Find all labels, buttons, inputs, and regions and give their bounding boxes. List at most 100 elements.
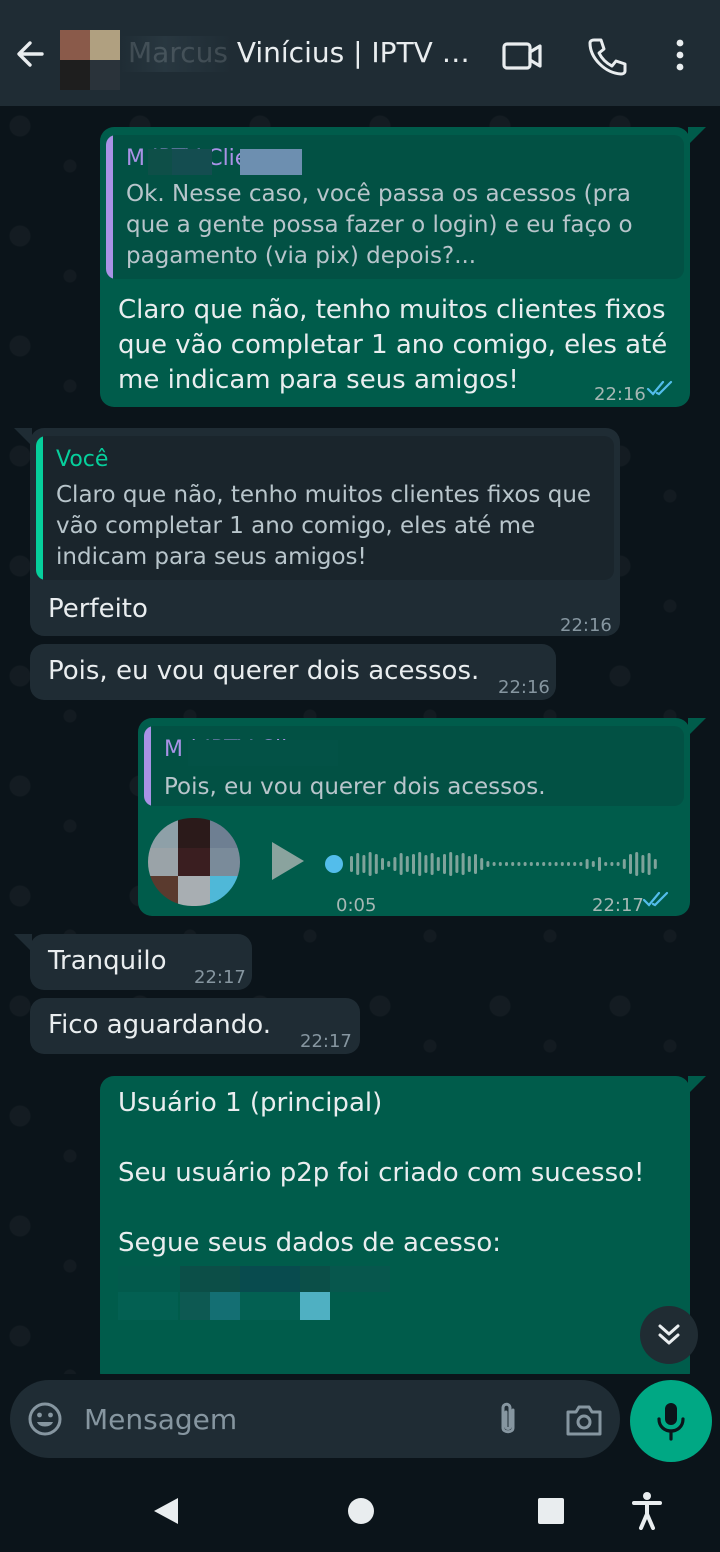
read-receipt-icon: [646, 380, 673, 396]
message-time: 22:17: [592, 895, 644, 916]
redacted-pixels: [210, 1292, 240, 1320]
quote-bar: [106, 135, 113, 279]
waveform-bar: [492, 862, 496, 866]
waveform-bar: [362, 855, 366, 873]
redacted-pixels: [200, 1266, 240, 1292]
message-text-line: Segue seus dados de acesso:: [118, 1228, 501, 1258]
redacted-pixels: [240, 1266, 300, 1292]
scroll-to-bottom-button[interactable]: [640, 1306, 698, 1364]
waveform-bar: [560, 862, 564, 866]
redacted-pixels: [300, 1292, 330, 1320]
quote-text: Pois, eu vou querer dois acessos.: [164, 774, 546, 800]
quoted-message[interactable]: M | IPTV Cliente Pois, eu vou querer doi…: [144, 726, 684, 806]
chat-header: Marcus Vinícius | IPTV Cliente: [0, 0, 720, 106]
waveform-bar: [573, 862, 577, 866]
waveform-bar: [653, 859, 657, 869]
contact-avatar[interactable]: [60, 30, 120, 90]
audio-progress-handle[interactable]: [325, 855, 343, 873]
message-time: 22:17: [300, 1031, 352, 1052]
waveform-bar: [591, 861, 595, 867]
quoted-message[interactable]: Você Claro que não, tenho muitos cliente…: [36, 436, 614, 580]
waveform-bar: [641, 855, 645, 873]
name-blur-overlay: [120, 36, 232, 72]
waveform-bar: [622, 859, 626, 869]
redacted-pixels: [172, 149, 212, 175]
message-bubble-outgoing[interactable]: M IPTV Cliente Ok. Nesse caso, você pass…: [100, 127, 706, 407]
message-text-line: Usuário 1 (principal): [118, 1088, 383, 1118]
voice-message-bubble[interactable]: M | IPTV Cliente Pois, eu vou querer doi…: [138, 718, 706, 916]
redacted-pixels: [118, 1292, 178, 1320]
bubble-tail: [688, 1076, 706, 1094]
attach-paperclip-icon[interactable]: [490, 1400, 526, 1440]
audio-waveform[interactable]: [324, 844, 668, 884]
bubble-tail: [688, 127, 706, 145]
nav-back-icon[interactable]: [150, 1494, 184, 1528]
waveform-bar: [356, 853, 360, 875]
waveform-bar: [461, 853, 465, 875]
waveform-bar: [424, 855, 428, 873]
video-call-icon[interactable]: [500, 34, 544, 78]
waveform-bar: [616, 862, 620, 866]
waveform-bar: [505, 862, 508, 866]
quoted-message[interactable]: M IPTV Cliente Ok. Nesse caso, você pass…: [106, 135, 684, 279]
message-text: Tranquilo: [48, 946, 167, 976]
microphone-icon: [657, 1403, 685, 1441]
waveform-bar: [498, 862, 502, 866]
voice-sender-avatar: [148, 818, 240, 906]
waveform-bar: [517, 862, 521, 866]
accessibility-icon[interactable]: [630, 1490, 664, 1530]
waveform-bar: [554, 862, 558, 866]
waveform-bar: [480, 858, 484, 870]
nav-home-icon[interactable]: [344, 1494, 378, 1528]
double-chevron-down-icon: [658, 1324, 680, 1345]
waveform-bar: [511, 862, 515, 866]
waveform-bar: [443, 854, 446, 874]
message-bubble-incoming[interactable]: Fico aguardando. 22:17: [30, 998, 360, 1054]
nav-recents-icon[interactable]: [534, 1494, 568, 1528]
system-navigation-bar: [0, 1470, 720, 1552]
quote-bar: [144, 726, 151, 806]
audio-duration: 0:05: [336, 895, 377, 916]
phone-call-icon[interactable]: [585, 34, 629, 78]
waveform-bar: [486, 861, 490, 867]
waveform-bar: [523, 862, 527, 866]
play-icon[interactable]: [268, 838, 308, 884]
waveform-bar: [467, 856, 471, 872]
message-bubble-incoming[interactable]: Você Claro que não, tenho muitos cliente…: [14, 428, 620, 636]
message-text-line: Seu usuário p2p foi criado com sucesso!: [118, 1158, 645, 1188]
back-arrow-icon[interactable]: [12, 34, 52, 74]
waveform-bar: [393, 857, 397, 871]
message-time: 22:17: [194, 967, 246, 988]
waveform-bar: [536, 862, 539, 866]
waveform-bar: [474, 854, 477, 874]
waveform-bar: [374, 854, 378, 874]
waveform-bar: [529, 862, 533, 866]
waveform-bar: [436, 857, 440, 871]
waveform-bar: [647, 853, 651, 875]
camera-icon[interactable]: [564, 1402, 604, 1438]
waveform-bar: [381, 858, 384, 870]
message-bubble-incoming[interactable]: Tranquilo 22:17: [14, 934, 252, 990]
waveform-bar: [635, 852, 639, 876]
redacted-pixels: [240, 1292, 300, 1320]
more-options-icon[interactable]: [660, 34, 704, 78]
message-time: 22:16: [498, 677, 550, 698]
quote-sender-name: Você: [56, 447, 109, 472]
waveform-bar: [542, 862, 546, 866]
waveform-bar: [412, 854, 415, 874]
voice-record-button[interactable]: [630, 1380, 712, 1462]
waveform-bar: [399, 853, 403, 875]
waveform-bar: [405, 856, 409, 872]
chat-area[interactable]: M IPTV Cliente Ok. Nesse caso, você pass…: [0, 106, 720, 1374]
emoji-icon[interactable]: [26, 1400, 64, 1438]
waveform-bar: [548, 862, 552, 866]
waveform-bar: [585, 859, 589, 869]
message-bubble-incoming[interactable]: Pois, eu vou querer dois acessos. 22:16: [30, 644, 556, 700]
message-input[interactable]: [84, 1398, 464, 1440]
waveform-bar: [567, 862, 570, 866]
message-time: 22:16: [594, 384, 646, 405]
message-time: 22:16: [560, 615, 612, 636]
bubble-tail: [688, 718, 706, 736]
waveform-bar: [455, 855, 459, 873]
message-bubble-outgoing[interactable]: Usuário 1 (principal) Seu usuário p2p fo…: [100, 1076, 706, 1374]
